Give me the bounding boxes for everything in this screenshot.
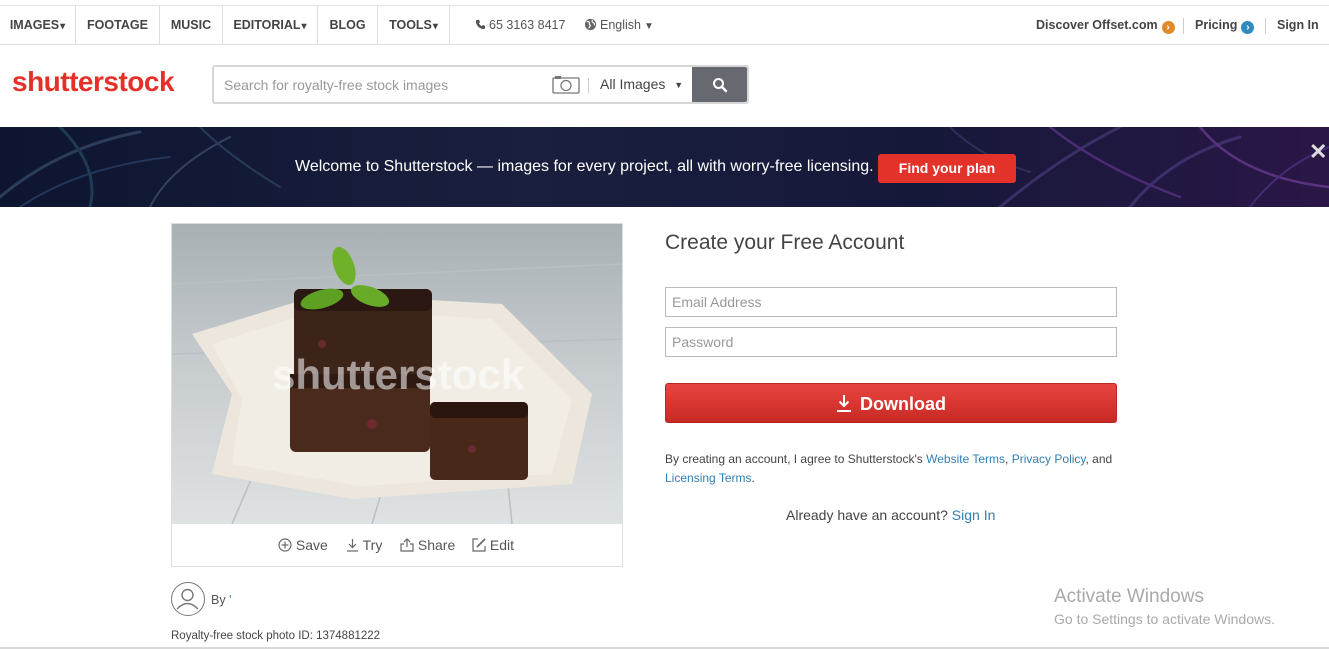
tab-blog[interactable]: BLOG (318, 6, 378, 44)
avatar[interactable] (171, 582, 205, 616)
sign-in-prompt: Already have an account? Sign In (786, 507, 995, 523)
camera-icon[interactable] (552, 75, 580, 94)
search-bar: All Images ▼ (212, 65, 749, 104)
search-icon (713, 78, 728, 93)
terms-prefix: By creating an account, I agree to Shutt… (665, 452, 923, 466)
try-label: Try (362, 537, 383, 553)
tab-editorial-label: EDITORIAL (233, 18, 301, 32)
arrow-right-icon: › (1241, 21, 1255, 34)
image-preview-panel: shutterstock Save Try Share Edit (171, 223, 623, 567)
tab-music[interactable]: MUSIC (160, 6, 223, 44)
phone-icon (475, 19, 486, 30)
edit-icon (472, 538, 486, 552)
search-scope-label: All Images (600, 76, 666, 92)
chevron-down-icon: ▼ (644, 21, 654, 32)
terms-end: . (751, 471, 755, 485)
edit-button[interactable]: Edit (472, 537, 514, 553)
pricing-label: Pricing (1195, 18, 1238, 32)
tab-images[interactable]: IMAGES▾ (0, 6, 76, 44)
chevron-down-icon: ▾ (60, 21, 66, 32)
terms-text: By creating an account, I agree to Shutt… (665, 450, 1125, 488)
promo-banner: Welcome to Shutterstock — images for eve… (0, 127, 1329, 207)
image-actions: Save Try Share Edit (172, 524, 622, 567)
try-button[interactable]: Try (346, 537, 382, 553)
already-account-label: Already have an account? (786, 507, 948, 523)
edit-label: Edit (489, 537, 515, 553)
tab-tools[interactable]: TOOLS▾ (378, 6, 450, 44)
top-nav: IMAGES▾ FOOTAGE MUSIC EDITORIAL▾ BLOG TO… (0, 6, 1329, 45)
download-icon (347, 539, 358, 552)
download-icon (837, 395, 851, 412)
licensing-terms-link[interactable]: Licensing Terms (665, 471, 751, 485)
discover-offset-link[interactable]: Discover Offset.com › (1036, 6, 1175, 44)
banner-message: Welcome to Shutterstock — images for eve… (295, 158, 874, 175)
by-label: By (211, 593, 226, 607)
sign-in-link[interactable]: Sign In (1277, 6, 1319, 44)
pricing-link[interactable]: Pricing › (1195, 6, 1255, 44)
share-label: Share (417, 537, 456, 553)
search-button[interactable] (692, 67, 747, 102)
save-button[interactable]: Save (278, 537, 328, 553)
plus-circle-icon (278, 538, 292, 552)
form-sign-in-link[interactable]: Sign In (952, 507, 996, 523)
share-icon (400, 538, 414, 552)
discover-offset-label: Discover Offset.com (1036, 18, 1158, 32)
photo-id: Royalty-free stock photo ID: 1374881222 (171, 630, 381, 642)
language-selector[interactable]: English ▼ (584, 6, 654, 44)
brownie-photo: shutterstock (172, 224, 622, 524)
website-terms-link[interactable]: Website Terms (926, 452, 1005, 466)
find-plan-button[interactable]: Find your plan (878, 154, 1016, 183)
download-button[interactable]: Download (665, 383, 1117, 423)
terms-and: , and (1085, 452, 1113, 466)
photo-watermark: shutterstock (272, 351, 525, 398)
close-icon[interactable]: ✕ (1309, 139, 1327, 165)
tab-images-label: IMAGES (9, 18, 60, 32)
email-field[interactable] (665, 287, 1117, 317)
tab-footage[interactable]: FOOTAGE (76, 6, 160, 44)
tab-blog-label: BLOG (329, 18, 366, 32)
download-label: Download (860, 394, 946, 414)
share-button[interactable]: Share (400, 537, 455, 553)
nav-divider (1183, 18, 1184, 34)
contributor-byline: By ' (211, 593, 231, 607)
stock-photo[interactable]: shutterstock (172, 224, 622, 524)
password-field[interactable] (665, 327, 1117, 357)
tab-music-label: MUSIC (170, 18, 212, 32)
tab-editorial[interactable]: EDITORIAL▾ (223, 6, 318, 44)
chevron-down-icon: ▾ (432, 21, 438, 32)
save-label: Save (295, 537, 328, 553)
phone-label: 65 3163 8417 (489, 18, 566, 32)
nav-divider (1265, 18, 1266, 34)
search-scope-dropdown[interactable]: All Images ▼ (600, 67, 683, 102)
activate-windows-title: Activate Windows (1054, 586, 1204, 607)
sign-in-label: Sign In (1277, 18, 1319, 32)
chevron-down-icon: ▾ (301, 21, 307, 32)
privacy-policy-link[interactable]: Privacy Policy (1012, 452, 1086, 466)
user-icon (176, 588, 199, 610)
form-title: Create your Free Account (665, 231, 905, 254)
phone-number[interactable]: 65 3163 8417 (475, 6, 565, 44)
chevron-down-icon: ▼ (674, 80, 684, 90)
tab-footage-label: FOOTAGE (87, 18, 148, 32)
logo[interactable]: shutterstock (12, 66, 175, 98)
search-divider (588, 78, 589, 93)
language-label: English (600, 18, 641, 32)
globe-icon (584, 18, 597, 31)
terms-comma: , (1005, 452, 1009, 466)
search-input[interactable] (222, 71, 546, 99)
tab-tools-label: TOOLS (389, 18, 432, 32)
contributor-link[interactable]: ' (229, 593, 231, 607)
arrow-right-icon: › (1161, 21, 1175, 34)
activate-windows-subtitle: Go to Settings to activate Windows. (1054, 611, 1275, 627)
